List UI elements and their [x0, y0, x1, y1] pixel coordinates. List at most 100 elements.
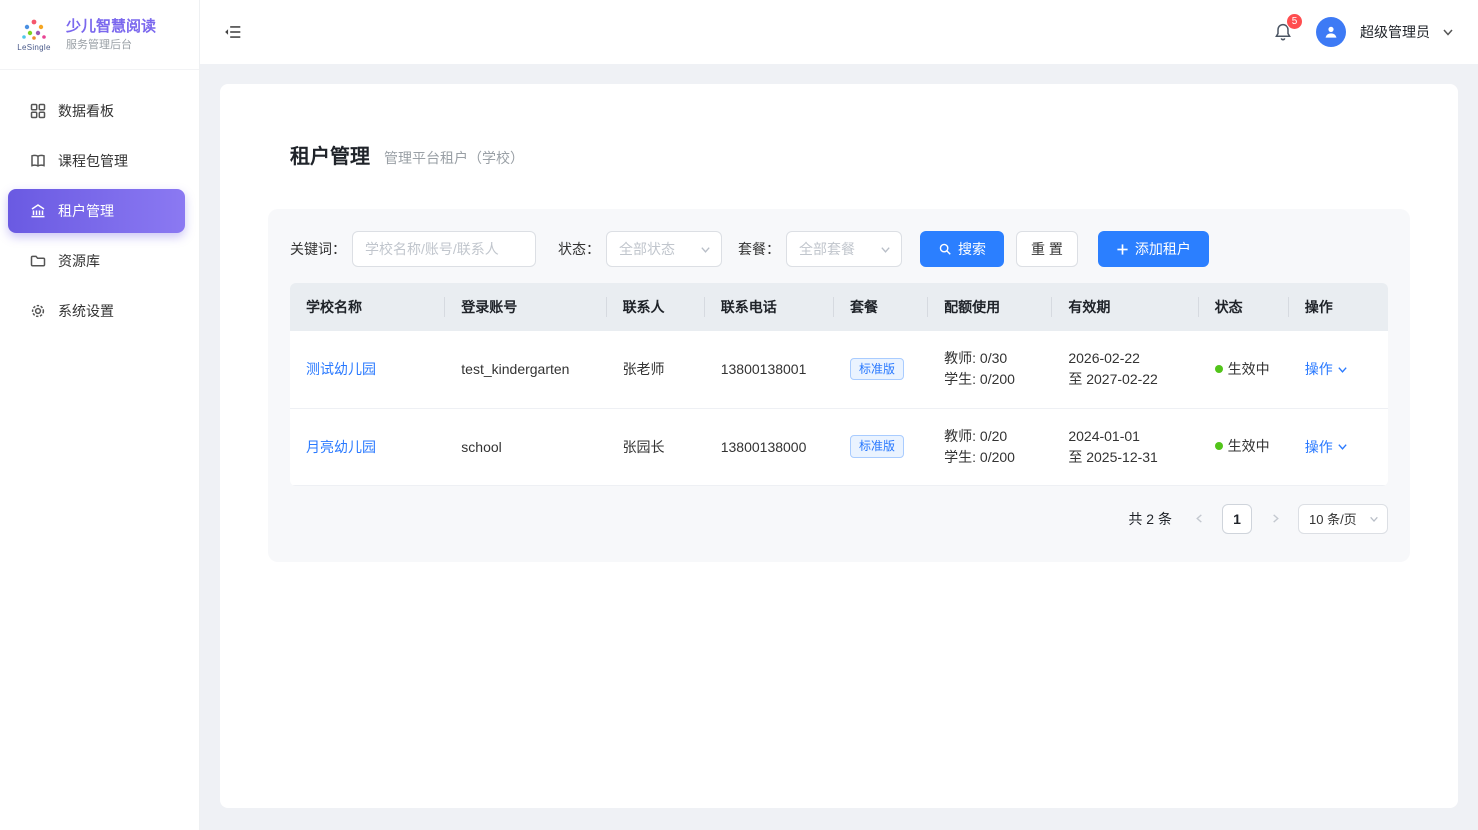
topbar: 5 超级管理员 [200, 0, 1478, 64]
account-cell: school [445, 408, 606, 485]
logo-icon: LeSingle [12, 18, 56, 52]
quota-student: 学生: 0/200 [944, 369, 1036, 390]
keyword-input[interactable] [352, 231, 536, 267]
logo-dots-icon [17, 18, 51, 42]
pagination-prev-button[interactable] [1186, 506, 1212, 532]
sidebar-item-label: 系统设置 [58, 301, 114, 321]
pagination-page-1[interactable]: 1 [1222, 504, 1252, 534]
avatar[interactable] [1316, 17, 1346, 47]
status-select[interactable]: 全部状态 [606, 231, 722, 267]
status-dot-icon [1215, 442, 1223, 450]
content-area: 租户管理 管理平台租户（学校） 关键词： 状态： 全部状态 [200, 64, 1478, 830]
keyword-label: 关键词： [290, 239, 346, 259]
plan-badge: 标准版 [850, 358, 904, 380]
col-school: 学校名称 [290, 283, 445, 331]
add-tenant-button-label: 添加租户 [1135, 239, 1191, 259]
plan-select[interactable]: 全部套餐 [786, 231, 902, 267]
page-title: 租户管理 [290, 140, 370, 169]
book-icon [30, 153, 46, 169]
page-head: 租户管理 管理平台租户（学校） [268, 140, 1410, 169]
plan-badge: 标准版 [850, 435, 904, 457]
chevron-right-icon [1270, 513, 1281, 524]
quota-cell: 教师: 0/20 学生: 0/200 [928, 408, 1052, 485]
tenant-card: 租户管理 管理平台租户（学校） 关键词： 状态： 全部状态 [220, 84, 1458, 808]
plan-label: 套餐： [738, 239, 780, 259]
col-quota: 配额使用 [928, 283, 1052, 331]
sidebar-item-label: 数据看板 [58, 101, 114, 121]
notification-badge: 5 [1286, 13, 1303, 30]
chevron-down-icon [1337, 441, 1348, 452]
plus-icon [1116, 243, 1129, 256]
row-actions-dropdown[interactable]: 操作 [1305, 437, 1372, 457]
school-link[interactable]: 测试幼儿园 [306, 361, 376, 377]
col-account: 登录账号 [445, 283, 606, 331]
building-icon [30, 203, 46, 219]
quota-teacher: 教师: 0/20 [944, 426, 1036, 447]
contact-cell: 张园长 [607, 408, 705, 485]
page-subtitle: 管理平台租户（学校） [384, 148, 524, 168]
user-icon [1323, 24, 1339, 40]
phone-cell: 13800138001 [705, 331, 834, 408]
page-size-select[interactable]: 10 条/页 [1298, 504, 1388, 534]
logo: LeSingle 少儿智慧阅读 服务管理后台 [0, 0, 199, 70]
status-label: 状态： [558, 239, 600, 259]
app-title: 少儿智慧阅读 [66, 17, 156, 37]
valid-from: 2026-02-22 [1068, 348, 1182, 369]
col-actions: 操作 [1289, 283, 1388, 331]
page-size-value: 10 条/页 [1309, 509, 1357, 528]
validity-cell: 2026-02-22 至 2027-02-22 [1052, 331, 1198, 408]
search-icon [938, 242, 952, 256]
col-plan: 套餐 [834, 283, 928, 331]
chevron-left-icon [1194, 513, 1205, 524]
chevron-down-icon [880, 244, 891, 255]
status-select-value: 全部状态 [619, 239, 675, 259]
sidebar-item-tenants[interactable]: 租户管理 [8, 189, 185, 233]
valid-from: 2024-01-01 [1068, 426, 1182, 447]
sidebar: LeSingle 少儿智慧阅读 服务管理后台 数据看板 [0, 0, 200, 830]
col-phone: 联系电话 [705, 283, 834, 331]
app-subtitle: 服务管理后台 [66, 38, 156, 52]
pagination-next-button[interactable] [1262, 506, 1288, 532]
table-row: 月亮幼儿园 school 张园长 13800138000 标准版 教师: 0/2… [290, 408, 1388, 485]
sidebar-collapse-button[interactable] [222, 21, 244, 43]
sidebar-item-resources[interactable]: 资源库 [0, 236, 199, 286]
add-tenant-button[interactable]: 添加租户 [1098, 231, 1209, 267]
filter-bar: 关键词： 状态： 全部状态 套餐： 全部套餐 [290, 231, 1388, 267]
tenant-table: 学校名称 登录账号 联系人 联系电话 套餐 配额使用 有效期 状态 操作 [290, 283, 1388, 486]
sidebar-item-dashboard[interactable]: 数据看板 [0, 86, 199, 136]
sidebar-item-course-packages[interactable]: 课程包管理 [0, 136, 199, 186]
col-contact: 联系人 [607, 283, 705, 331]
sidebar-nav: 数据看板 课程包管理 租户管理 [0, 70, 199, 336]
row-actions-dropdown[interactable]: 操作 [1305, 359, 1372, 379]
valid-to: 至 2027-02-22 [1068, 369, 1182, 390]
actions-link[interactable]: 操作 [1305, 359, 1333, 379]
actions-link[interactable]: 操作 [1305, 437, 1333, 457]
plan-select-value: 全部套餐 [799, 239, 855, 259]
table-header-row: 学校名称 登录账号 联系人 联系电话 套餐 配额使用 有效期 状态 操作 [290, 283, 1388, 331]
account-cell: test_kindergarten [445, 331, 606, 408]
status-dot-icon [1215, 365, 1223, 373]
chevron-down-icon[interactable] [1442, 26, 1454, 38]
logo-text-block: 少儿智慧阅读 服务管理后台 [66, 17, 156, 53]
chevron-down-icon [700, 244, 711, 255]
chevron-down-icon [1337, 364, 1348, 375]
chevron-down-icon [1369, 514, 1379, 524]
status-cell: 生效中 [1199, 408, 1289, 485]
school-link[interactable]: 月亮幼儿园 [306, 439, 376, 455]
contact-cell: 张老师 [607, 331, 705, 408]
status-cell: 生效中 [1199, 331, 1289, 408]
reset-button[interactable]: 重 置 [1016, 231, 1078, 267]
logo-wordmark: LeSingle [17, 43, 51, 52]
notifications-button[interactable]: 5 [1270, 19, 1296, 45]
user-name: 超级管理员 [1360, 22, 1430, 42]
sidebar-item-settings[interactable]: 系统设置 [0, 286, 199, 336]
collapse-icon [224, 23, 242, 41]
status-badge: 生效中 [1228, 436, 1273, 457]
valid-to: 至 2025-12-31 [1068, 447, 1182, 468]
search-button-label: 搜索 [958, 239, 986, 259]
quota-student: 学生: 0/200 [944, 447, 1036, 468]
col-validity: 有效期 [1052, 283, 1198, 331]
pagination-total: 共 2 条 [1128, 509, 1172, 529]
quota-cell: 教师: 0/30 学生: 0/200 [928, 331, 1052, 408]
search-button[interactable]: 搜索 [920, 231, 1004, 267]
